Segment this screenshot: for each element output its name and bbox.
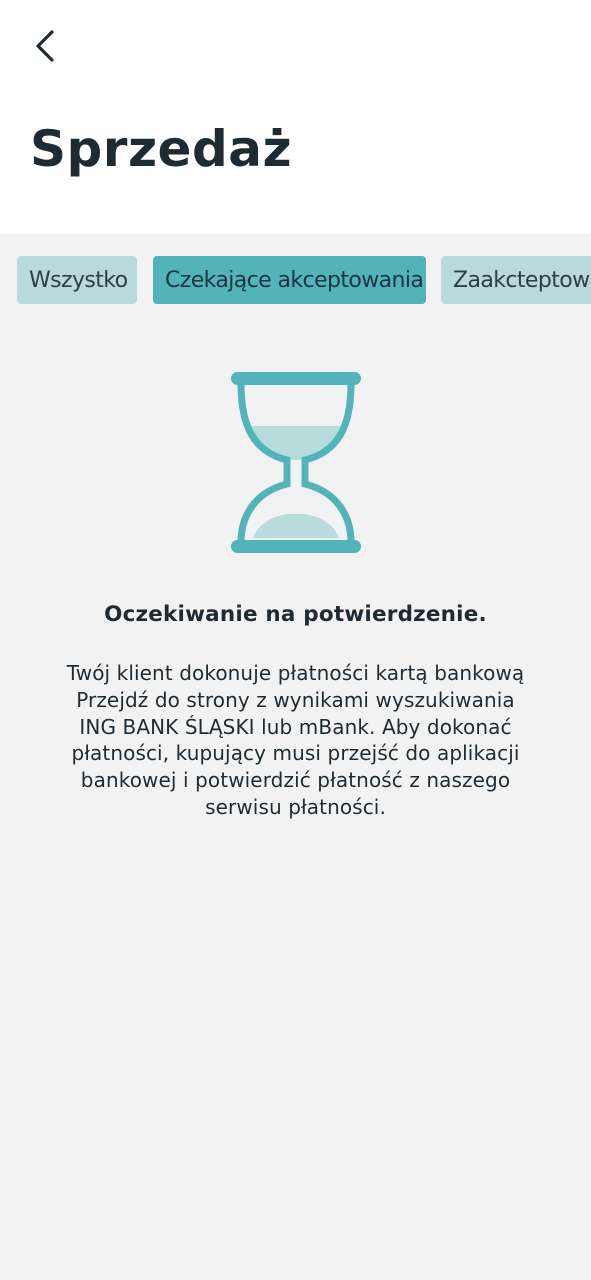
chevron-left-icon bbox=[36, 30, 54, 62]
hourglass-icon bbox=[231, 372, 361, 553]
status-description: Twój klient dokonuje płatności kartą ban… bbox=[30, 660, 561, 821]
tab-pending-acceptance[interactable]: Czekające akceptowania bbox=[153, 256, 426, 304]
description-line: ING BANK ŚLĄSKI lub mBank. Aby dokonać bbox=[79, 714, 512, 739]
tab-label: Zaakcteptowa bbox=[453, 267, 591, 293]
header: Sprzedaż bbox=[0, 0, 591, 234]
description-line: płatności, kupujący musi przejść do apli… bbox=[71, 741, 520, 766]
tab-accepted[interactable]: Zaakcteptowa bbox=[441, 256, 591, 304]
tab-label: Czekające akceptowania bbox=[165, 267, 424, 293]
sales-screen: Sprzedaż Wszystko Czekające akceptowania… bbox=[0, 0, 591, 1280]
tab-all[interactable]: Wszystko bbox=[17, 256, 137, 304]
description-line: Przejdź do strony z wynikami wyszukiwani… bbox=[76, 687, 515, 712]
description-line: bankowej i potwierdzić płatność z naszeg… bbox=[80, 768, 511, 793]
filter-tabs: Wszystko Czekające akceptowania Zaakctep… bbox=[0, 256, 591, 304]
description-line: Twój klient dokonuje płatności kartą ban… bbox=[66, 661, 525, 685]
tab-label: Wszystko bbox=[29, 267, 128, 293]
status-title: Oczekiwanie na potwierdzenie. bbox=[104, 602, 487, 627]
back-button[interactable] bbox=[22, 22, 70, 70]
page-title: Sprzedaż bbox=[30, 120, 293, 178]
description-line: serwisu płatności. bbox=[205, 794, 386, 819]
